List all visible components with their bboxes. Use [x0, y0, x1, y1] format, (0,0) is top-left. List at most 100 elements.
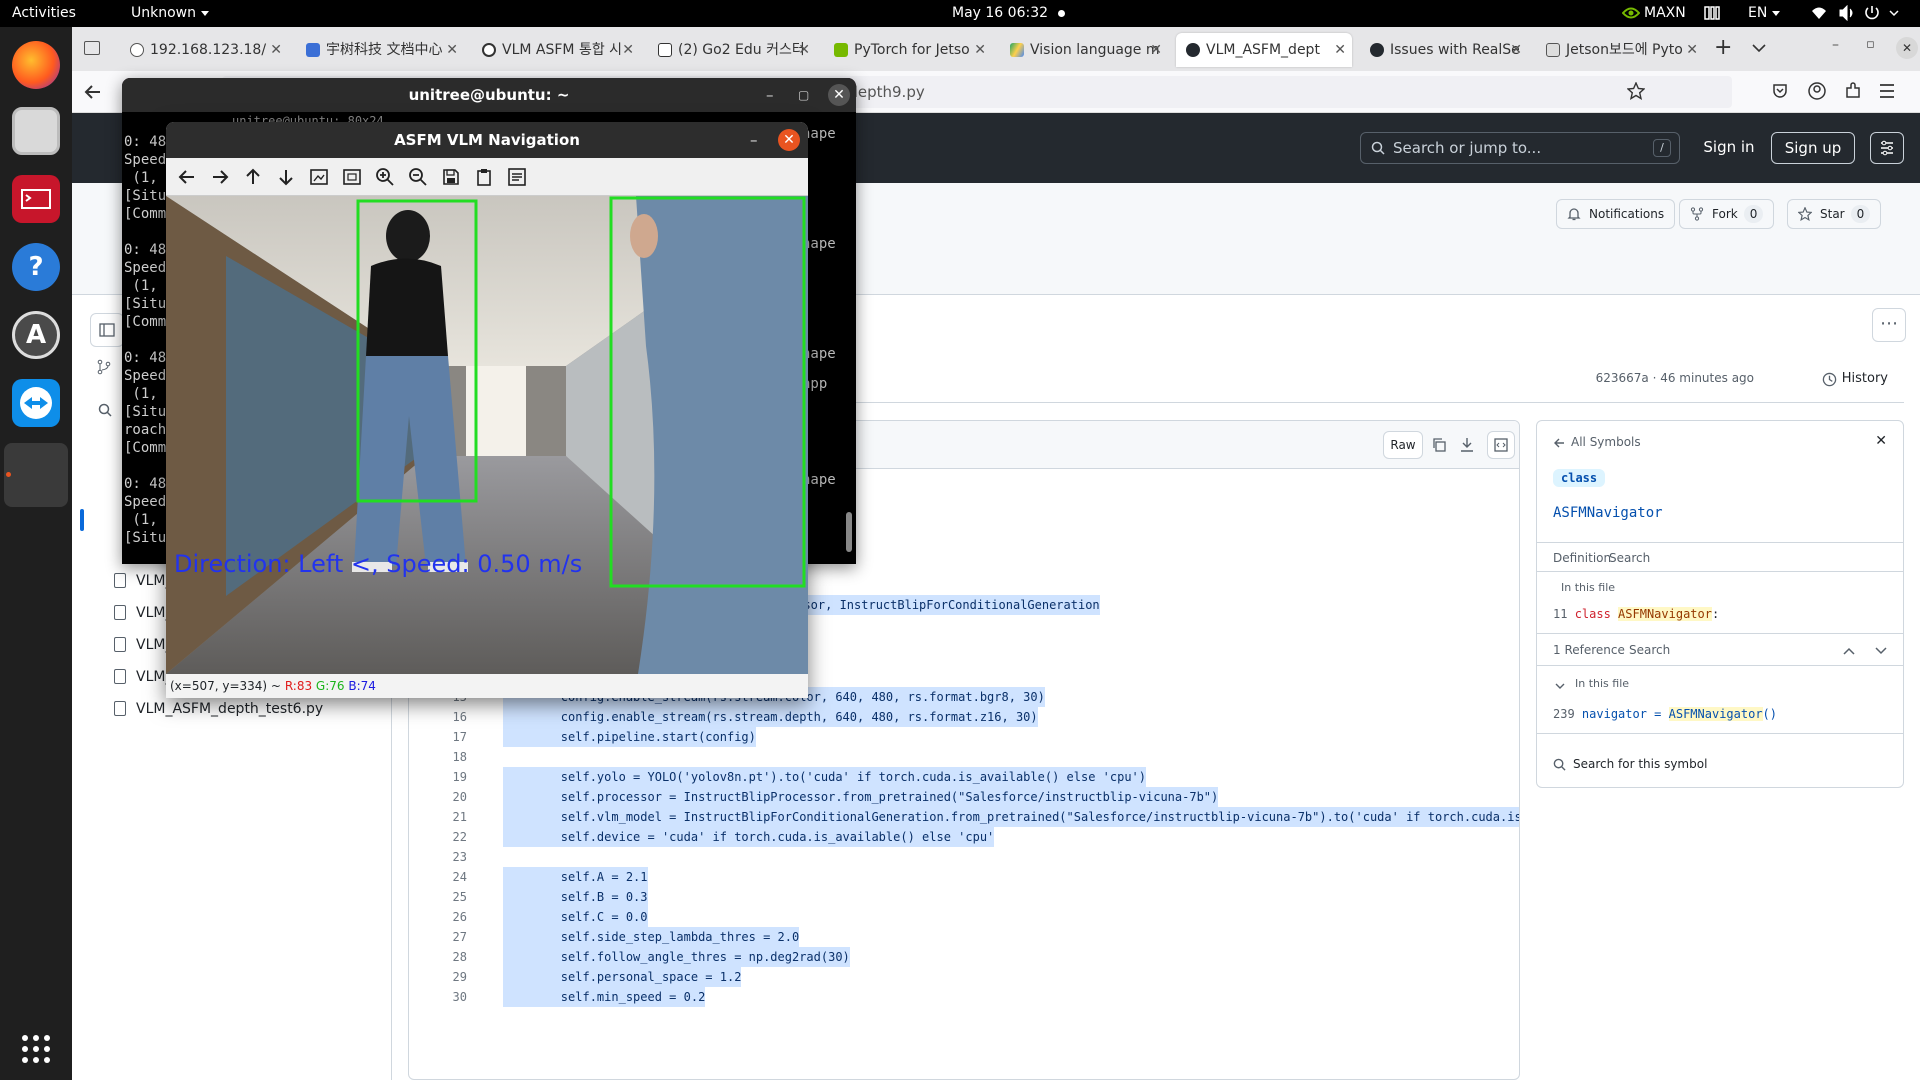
line-number[interactable]: 21	[409, 807, 467, 827]
line-number[interactable]: 24	[409, 867, 467, 887]
zoom-fit-icon[interactable]	[306, 164, 332, 190]
line-number[interactable]: 27	[409, 927, 467, 947]
pan-left-icon[interactable]	[174, 164, 200, 190]
chevron-down-icon[interactable]	[1875, 647, 1887, 655]
chevron-down-icon[interactable]	[1555, 683, 1565, 690]
tab[interactable]: Vision language m ✕	[1000, 33, 1168, 67]
tab[interactable]: VLM ASFM 통합 시 ✕	[472, 33, 640, 67]
copy-icon[interactable]	[1431, 437, 1447, 453]
star-button[interactable]: Star 0	[1787, 199, 1882, 229]
pan-down-icon[interactable]	[273, 164, 299, 190]
definition-tab[interactable]: Definition	[1553, 551, 1611, 565]
teamviewer-icon[interactable]	[12, 379, 60, 427]
close-tab-icon[interactable]: ✕	[798, 33, 810, 67]
bookmark-star-icon[interactable]	[1627, 82, 1645, 100]
zoom-original-icon[interactable]	[339, 164, 365, 190]
close-tab-icon[interactable]: ✕	[270, 33, 282, 67]
close-icon[interactable]: ✕	[778, 129, 800, 151]
pan-right-icon[interactable]	[207, 164, 233, 190]
cv-window[interactable]: ASFM VLM Navigation – ✕ 대	[166, 122, 808, 698]
close-icon[interactable]: ✕	[828, 84, 850, 106]
zoom-in-icon[interactable]	[372, 164, 398, 190]
line-number[interactable]: 26	[409, 907, 467, 927]
line-number[interactable]: 16	[409, 707, 467, 727]
file-item[interactable]: VLM_	[112, 569, 172, 593]
tab[interactable]: Jetson보드에 Pyto ✕	[1536, 33, 1704, 67]
properties-icon[interactable]	[504, 164, 530, 190]
line-number[interactable]: 29	[409, 967, 467, 987]
tab-active[interactable]: VLM_ASFM_dept ✕	[1176, 33, 1352, 67]
line-number[interactable]: 30	[409, 987, 467, 1007]
notifications-button[interactable]: Notifications	[1556, 199, 1676, 229]
line-number[interactable]: 22	[409, 827, 467, 847]
search-symbol-link[interactable]: Search for this symbol	[1553, 757, 1707, 771]
search-tab[interactable]: Search	[1609, 551, 1650, 565]
account-icon[interactable]	[1808, 82, 1826, 100]
search-input[interactable]: Search or jump to... /	[1360, 132, 1680, 164]
definition-result[interactable]: 11 class ASFMNavigator:	[1553, 607, 1719, 621]
copy-icon[interactable]	[471, 164, 497, 190]
tab[interactable]: 宇树科技 文档中心 ✕	[296, 33, 464, 67]
symbols-panel-icon[interactable]	[1487, 431, 1515, 459]
list-tabs-icon[interactable]	[1752, 43, 1766, 53]
line-number[interactable]: 25	[409, 887, 467, 907]
maximize-icon[interactable]: ▢	[798, 78, 809, 112]
pan-up-icon[interactable]	[240, 164, 266, 190]
close-window-icon[interactable]: ✕	[1896, 37, 1918, 59]
terminal-icon[interactable]	[12, 175, 60, 223]
firefox-icon[interactable]	[12, 41, 60, 89]
activities-button[interactable]: Activities	[12, 0, 76, 27]
new-tab-icon[interactable]: +	[1714, 35, 1732, 60]
app-menu[interactable]: Unknown	[131, 0, 209, 27]
file-item[interactable]: VLM_	[112, 601, 172, 625]
maximize-window-icon[interactable]: ▫	[1866, 37, 1875, 52]
references-search-tab[interactable]: Search	[1629, 643, 1670, 657]
tab[interactable]: 192.168.123.18/✕	[120, 33, 288, 67]
minimize-icon[interactable]: –	[750, 122, 758, 158]
tab[interactable]: Issues with RealSe ✕	[1360, 33, 1528, 67]
clock[interactable]: May 16 06:32	[952, 0, 1066, 27]
line-number[interactable]: 28	[409, 947, 467, 967]
files-icon[interactable]	[12, 107, 60, 155]
close-tab-icon[interactable]: ✕	[1686, 33, 1698, 67]
settings-icon[interactable]	[1870, 132, 1904, 164]
menu-icon[interactable]	[1878, 83, 1896, 99]
all-symbols-link[interactable]: All Symbols	[1553, 435, 1641, 449]
tab-overview-icon[interactable]	[84, 41, 100, 55]
close-tab-icon[interactable]: ✕	[1510, 33, 1522, 67]
minimize-window-icon[interactable]: –	[1832, 37, 1839, 53]
line-number[interactable]: 19	[409, 767, 467, 787]
fork-button[interactable]: Fork 0	[1679, 199, 1775, 229]
branch-icon[interactable]	[90, 353, 118, 381]
camera-feed[interactable]: 대상 Direction: Left <, Speed: 0.50 m/s	[166, 196, 808, 674]
download-icon[interactable]	[1459, 437, 1475, 453]
close-tab-icon[interactable]: ✕	[622, 33, 634, 67]
chevron-up-icon[interactable]	[1843, 647, 1855, 655]
zoom-out-icon[interactable]	[405, 164, 431, 190]
system-menu[interactable]	[1810, 0, 1910, 27]
history-link[interactable]: History	[1820, 365, 1888, 393]
more-options-icon[interactable]: ⋯	[1872, 308, 1906, 342]
sign-in-link[interactable]: Sign in	[1692, 132, 1766, 164]
minimize-icon[interactable]: –	[766, 78, 774, 112]
scrollbar[interactable]	[846, 512, 852, 552]
tab[interactable]: (2) Go2 Edu 커스터 ✕	[648, 33, 816, 67]
reference-result[interactable]: 239 navigator = ASFMNavigator()	[1553, 707, 1777, 721]
close-tab-icon[interactable]: ✕	[974, 33, 986, 67]
extensions-icon[interactable]	[1844, 82, 1862, 100]
help-icon[interactable]: ?	[12, 243, 60, 291]
apps-grid-icon[interactable]	[12, 1025, 60, 1073]
sign-up-button[interactable]: Sign up	[1771, 132, 1855, 164]
raw-button[interactable]: Raw	[1383, 431, 1423, 459]
software-icon[interactable]: A	[12, 311, 60, 359]
save-icon[interactable]	[438, 164, 464, 190]
terminal-titlebar[interactable]: unitree@ubuntu: ~ – ▢ ✕	[122, 78, 856, 112]
tab[interactable]: PyTorch for Jetso ✕	[824, 33, 992, 67]
collapse-sidebar-icon[interactable]	[90, 313, 124, 347]
back-arrow-icon[interactable]	[84, 83, 102, 101]
line-number[interactable]: 20	[409, 787, 467, 807]
close-tab-icon[interactable]: ✕	[1334, 33, 1346, 67]
language-selector[interactable]: EN	[1748, 0, 1781, 27]
file-item[interactable]: VLM_ASFM_depth_test6.py	[112, 697, 323, 721]
window-icon[interactable]	[4, 443, 68, 507]
